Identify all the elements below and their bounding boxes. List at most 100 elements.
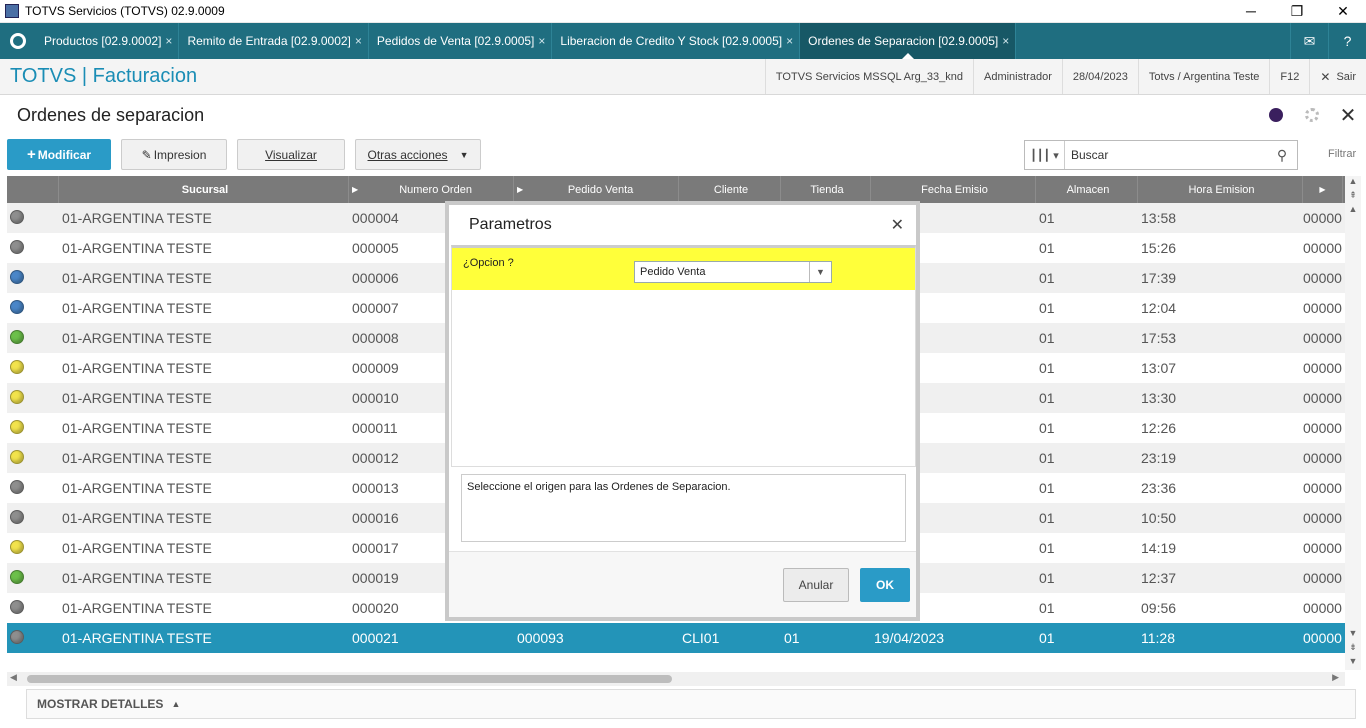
caret-down-icon: ▼ (459, 149, 469, 160)
scroll-page-up-icon[interactable]: ⇞ (1345, 190, 1361, 204)
tab-liberacion-de-credito[interactable]: Liberacion de Credito Y Stock [02.9.0005… (552, 23, 801, 59)
status-cell (7, 239, 59, 257)
exit-button[interactable]: ✕ Sair (1309, 59, 1366, 94)
search-input[interactable]: Buscar (1065, 148, 1267, 162)
columns-button[interactable]: ┃┃┃ ▾ (1025, 141, 1065, 169)
cell-hora: 10:50 (1141, 510, 1177, 526)
cell-almacen: 01 (1039, 600, 1055, 616)
tab-close-icon[interactable]: × (165, 34, 172, 48)
tab-close-icon[interactable]: × (786, 34, 793, 48)
app-icon (5, 4, 19, 18)
status-cell (7, 449, 59, 467)
shortcut-label[interactable]: F12 (1269, 59, 1309, 94)
cell-hora: 13:07 (1141, 360, 1177, 376)
status-dot-icon (10, 509, 24, 524)
horizontal-scrollbar[interactable]: ◀ ▶ (7, 672, 1345, 686)
cell-almacen: 01 (1039, 480, 1055, 496)
filter-link[interactable]: Filtrar (1328, 148, 1356, 160)
search-box[interactable]: ┃┃┃ ▾ Buscar ⚲ (1024, 140, 1298, 170)
scroll-bottom-icon[interactable]: ▼ (1345, 656, 1361, 670)
ok-button[interactable]: OK (860, 568, 910, 602)
close-page-button[interactable]: ✕ (1330, 103, 1366, 128)
cell-extra: 00000 (1303, 570, 1342, 586)
header-status[interactable] (7, 176, 59, 203)
header-hora-emision[interactable]: Hora Emision (1138, 176, 1303, 203)
header-fecha-emisio[interactable]: Fecha Emisio (871, 176, 1036, 203)
close-window-button[interactable]: ✕ (1320, 0, 1366, 23)
cell-sucursal: 01-ARGENTINA TESTE (62, 420, 212, 436)
status-cell (7, 359, 59, 377)
cell-hora: 12:37 (1141, 570, 1177, 586)
scroll-up-icon[interactable]: ▲ (1345, 204, 1361, 218)
visualizar-button[interactable]: Visualizar (237, 139, 345, 170)
scroll-thumb[interactable] (27, 675, 672, 683)
tab-close-icon[interactable]: × (355, 34, 362, 48)
minimize-button[interactable]: ─ (1228, 0, 1274, 23)
cell-sucursal: 01-ARGENTINA TESTE (62, 330, 212, 346)
status-dot-icon (10, 359, 24, 374)
environment-label[interactable]: TOTVS Servicios MSSQL Arg_33_knd (764, 59, 973, 94)
header-pedido-venta[interactable]: ▶ Pedido Venta (514, 176, 679, 203)
modificar-button[interactable]: + Modificar (7, 139, 111, 170)
mail-icon[interactable]: ✉ (1290, 23, 1328, 59)
header-tienda[interactable]: Tienda (781, 176, 871, 203)
cell-sucursal: 01-ARGENTINA TESTE (62, 450, 212, 466)
otras-acciones-button[interactable]: Otras acciones ▼ (355, 139, 481, 170)
cell-extra: 00000 (1303, 270, 1342, 286)
header-sucursal[interactable]: Sucursal (59, 176, 349, 203)
table-row[interactable]: 01-ARGENTINA TESTE 000021 000093 CLI01 01 19/… (7, 623, 1345, 653)
help-icon[interactable]: ? (1328, 23, 1366, 59)
chevron-down-icon[interactable]: ▼ (809, 262, 831, 282)
dialog-footer: Anular OK (449, 551, 916, 617)
cell-hora: 15:26 (1141, 240, 1177, 256)
scroll-page-down-icon[interactable]: ⇟ (1345, 642, 1361, 656)
cell-hora: 12:04 (1141, 300, 1177, 316)
scroll-track[interactable] (1345, 218, 1361, 628)
restore-button[interactable]: ❐ (1274, 0, 1320, 23)
status-dot-icon (10, 269, 24, 284)
header-cliente[interactable]: Cliente (679, 176, 781, 203)
cell-hora: 17:53 (1141, 330, 1177, 346)
parameter-label: ¿Opcion ? (463, 257, 514, 269)
cell-extra: 00000 (1303, 210, 1342, 226)
cancel-button[interactable]: Anular (783, 568, 849, 602)
tab-productos[interactable]: Productos [02.9.0002] × (36, 23, 180, 59)
cell-sucursal: 01-ARGENTINA TESTE (62, 270, 212, 286)
cell-almacen: 01 (1039, 300, 1055, 316)
details-toggle[interactable]: MOSTRAR DETALLES ▲ (26, 689, 1356, 719)
home-button[interactable] (0, 23, 36, 59)
status-cell (7, 629, 59, 647)
tab-close-icon[interactable]: × (538, 34, 545, 48)
plus-icon: + (26, 146, 36, 163)
tab-remito-de-entrada[interactable]: Remito de Entrada [02.9.0002] × (179, 23, 369, 59)
vertical-scrollbar[interactable]: ▲ ⇞ ▲ ▼ ⇟ ▼ (1345, 176, 1361, 670)
tab-close-icon[interactable]: × (1002, 34, 1009, 48)
status-dot-icon (10, 479, 24, 494)
date-label[interactable]: 28/04/2023 (1061, 59, 1138, 94)
scroll-right-icon[interactable]: ▶ (1332, 672, 1339, 683)
tab-pedidos-de-venta[interactable]: Pedidos de Venta [02.9.0005] × (369, 23, 553, 59)
search-icon[interactable]: ⚲ (1267, 147, 1297, 164)
dialog-header: Parametros ✕ (449, 205, 916, 245)
scroll-top-icon[interactable]: ▲ (1345, 176, 1361, 190)
header-numero-orden[interactable]: ▶ Numero Orden (349, 176, 514, 203)
dialog-close-icon[interactable]: ✕ (891, 215, 904, 235)
cell-almacen: 01 (1039, 210, 1055, 226)
tab-ordenes-de-separacion[interactable]: Ordenes de Separacion [02.9.0005] × (800, 23, 1017, 59)
scroll-down-icon[interactable]: ▼ (1345, 628, 1361, 642)
status-indicator-button[interactable] (1258, 108, 1294, 122)
tabs-bar: Productos [02.9.0002] × Remito de Entrada… (0, 23, 1366, 59)
cell-cliente: CLI01 (682, 630, 720, 646)
user-label[interactable]: Administrador (973, 59, 1062, 94)
header-more[interactable]: ▶ (1303, 176, 1343, 203)
settings-button[interactable] (1294, 108, 1330, 122)
impresion-button[interactable]: ✎ Impresion (121, 139, 227, 170)
cell-hora: 09:56 (1141, 600, 1177, 616)
scroll-left-icon[interactable]: ◀ (10, 672, 17, 683)
status-cell (7, 209, 59, 227)
status-dot-icon (10, 629, 24, 644)
header-almacen[interactable]: Almacen (1036, 176, 1138, 203)
status-cell (7, 299, 59, 317)
opcion-select[interactable]: Pedido Venta ▼ (634, 261, 832, 283)
company-label[interactable]: Totvs / Argentina Teste (1137, 59, 1269, 94)
